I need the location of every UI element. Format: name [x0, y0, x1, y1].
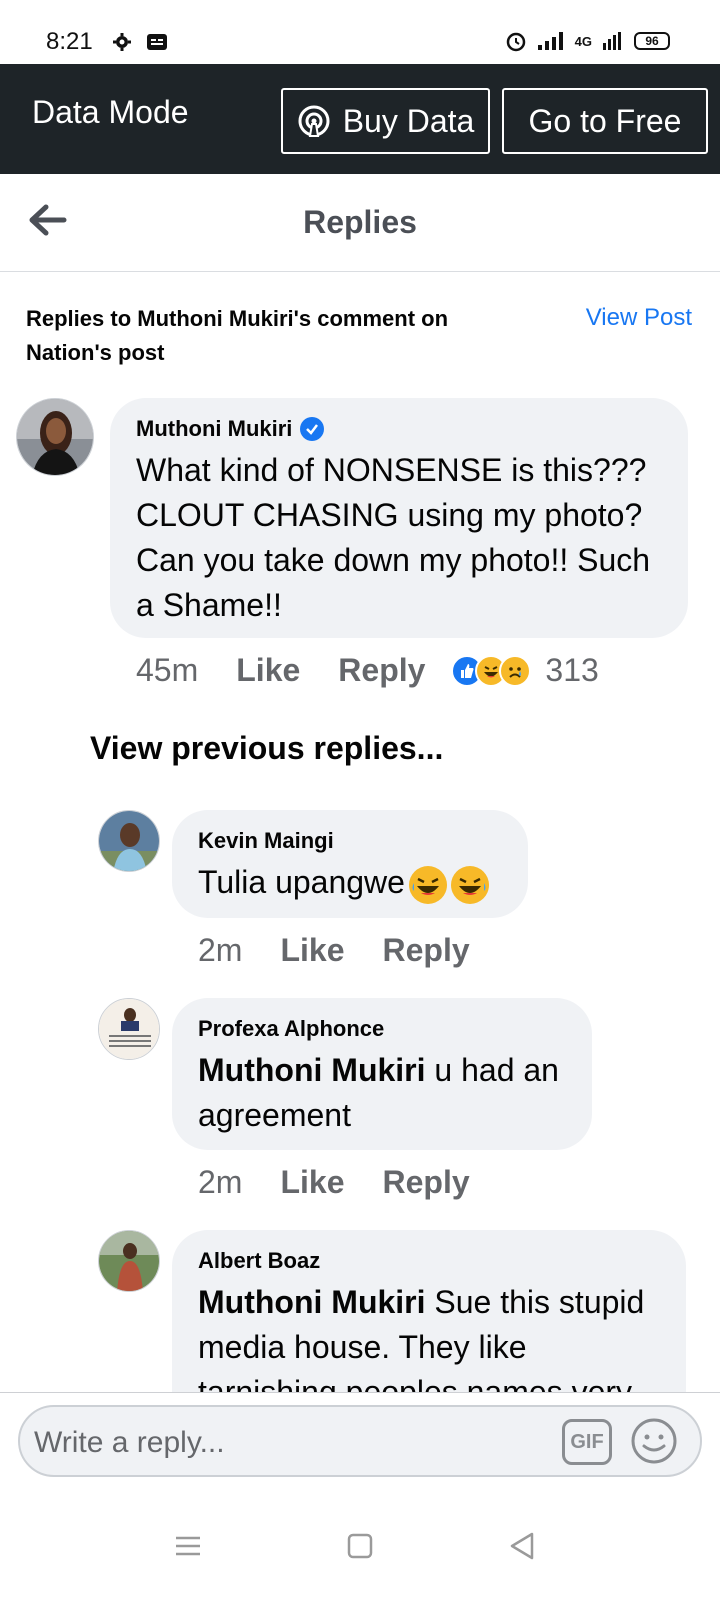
- verified-badge-icon: [300, 417, 325, 441]
- emoji-picker-icon[interactable]: [630, 1417, 678, 1465]
- reply-input[interactable]: [34, 1423, 534, 1463]
- reaction-count: 313: [545, 652, 599, 688]
- reply-author[interactable]: Profexa Alphonce: [198, 1016, 566, 1042]
- like-button[interactable]: Like: [280, 1164, 344, 1201]
- reply-composer-bar: GIF: [0, 1392, 720, 1492]
- comment-text: What kind of NONSENSE is this??? CLOUT C…: [136, 452, 651, 623]
- avatar-photo: [99, 999, 159, 1059]
- mention-link[interactable]: Muthoni Mukiri: [198, 1284, 426, 1320]
- avatar-kevin[interactable]: [98, 810, 160, 872]
- menu-icon[interactable]: [170, 1528, 206, 1564]
- alarm-icon: [506, 32, 525, 52]
- reply-time: 2m: [198, 932, 243, 968]
- network-type: 4G: [574, 33, 592, 49]
- replies-context-title: Replies to Muthoni Mukiri's comment on N…: [26, 306, 449, 365]
- status-time: 8:21: [46, 28, 93, 55]
- comment-actions: 45m Like Reply 313: [136, 652, 599, 689]
- sad-reaction-icon: [499, 654, 532, 687]
- reply-author[interactable]: Albert Boaz: [198, 1248, 660, 1274]
- avatar-profexa[interactable]: [98, 998, 160, 1060]
- app-notification-icon: [147, 34, 167, 50]
- status-bar: 8:21 4G 96: [0, 0, 720, 64]
- avatar-muthoni[interactable]: [16, 398, 94, 476]
- home-icon[interactable]: [342, 1528, 378, 1564]
- reply-text: Tulia upangwe: [198, 864, 405, 900]
- comment-time: 45m: [136, 652, 199, 688]
- reply-actions: 2m Like Reply: [198, 1164, 470, 1201]
- like-button[interactable]: Like: [236, 652, 300, 689]
- battery-icon: 96: [634, 32, 670, 50]
- reply-time: 2m: [198, 1164, 243, 1200]
- settings-gear-icon: [113, 33, 131, 51]
- comment-bubble[interactable]: Muthoni Mukiri What kind of NONSENSE is …: [110, 398, 688, 638]
- podcast-icon: [298, 105, 330, 137]
- rofl-emoji-icon: [408, 865, 447, 904]
- reply-author[interactable]: Kevin Maingi: [198, 828, 502, 854]
- page-title: Replies: [303, 204, 417, 240]
- avatar-photo: [99, 1231, 159, 1291]
- data-mode-title: Data Mode: [32, 94, 189, 130]
- reply-bubble[interactable]: Kevin Maingi Tulia upangwe: [172, 810, 528, 918]
- avatar-albert[interactable]: [98, 1230, 160, 1292]
- reactions-summary[interactable]: 313: [451, 652, 599, 689]
- view-post-link[interactable]: View Post: [586, 304, 692, 332]
- like-button[interactable]: Like: [280, 932, 344, 969]
- buy-data-label: Buy Data: [342, 102, 475, 139]
- reply-button[interactable]: Reply: [382, 1164, 469, 1201]
- reply-button[interactable]: Reply: [338, 652, 425, 689]
- go-to-free-label: Go to Free: [528, 102, 682, 139]
- rofl-emoji-icon: [450, 865, 489, 904]
- reply-actions: 2m Like Reply: [198, 932, 470, 969]
- buy-data-button[interactable]: Buy Data: [281, 88, 490, 154]
- page-header: Replies: [0, 174, 720, 272]
- gif-button[interactable]: GIF: [562, 1419, 612, 1465]
- signal-icon-2: [603, 32, 621, 50]
- view-previous-replies[interactable]: View previous replies...: [90, 730, 443, 767]
- signal-icon: [537, 32, 563, 50]
- reply-composer: GIF: [18, 1405, 702, 1477]
- comment-author[interactable]: Muthoni Mukiri: [136, 416, 292, 442]
- system-nav-bar: [0, 1492, 720, 1600]
- back-icon[interactable]: [504, 1528, 540, 1564]
- reply-bubble[interactable]: Profexa Alphonce Muthoni Mukiri u had an…: [172, 998, 592, 1150]
- go-to-free-button[interactable]: Go to Free: [502, 88, 708, 154]
- data-mode-bar: Data Mode Buy Data Go to Free: [0, 64, 720, 174]
- reply-button[interactable]: Reply: [382, 932, 469, 969]
- mention-link[interactable]: Muthoni Mukiri: [198, 1052, 426, 1088]
- avatar-photo: [99, 811, 159, 871]
- avatar-photo: [17, 399, 93, 475]
